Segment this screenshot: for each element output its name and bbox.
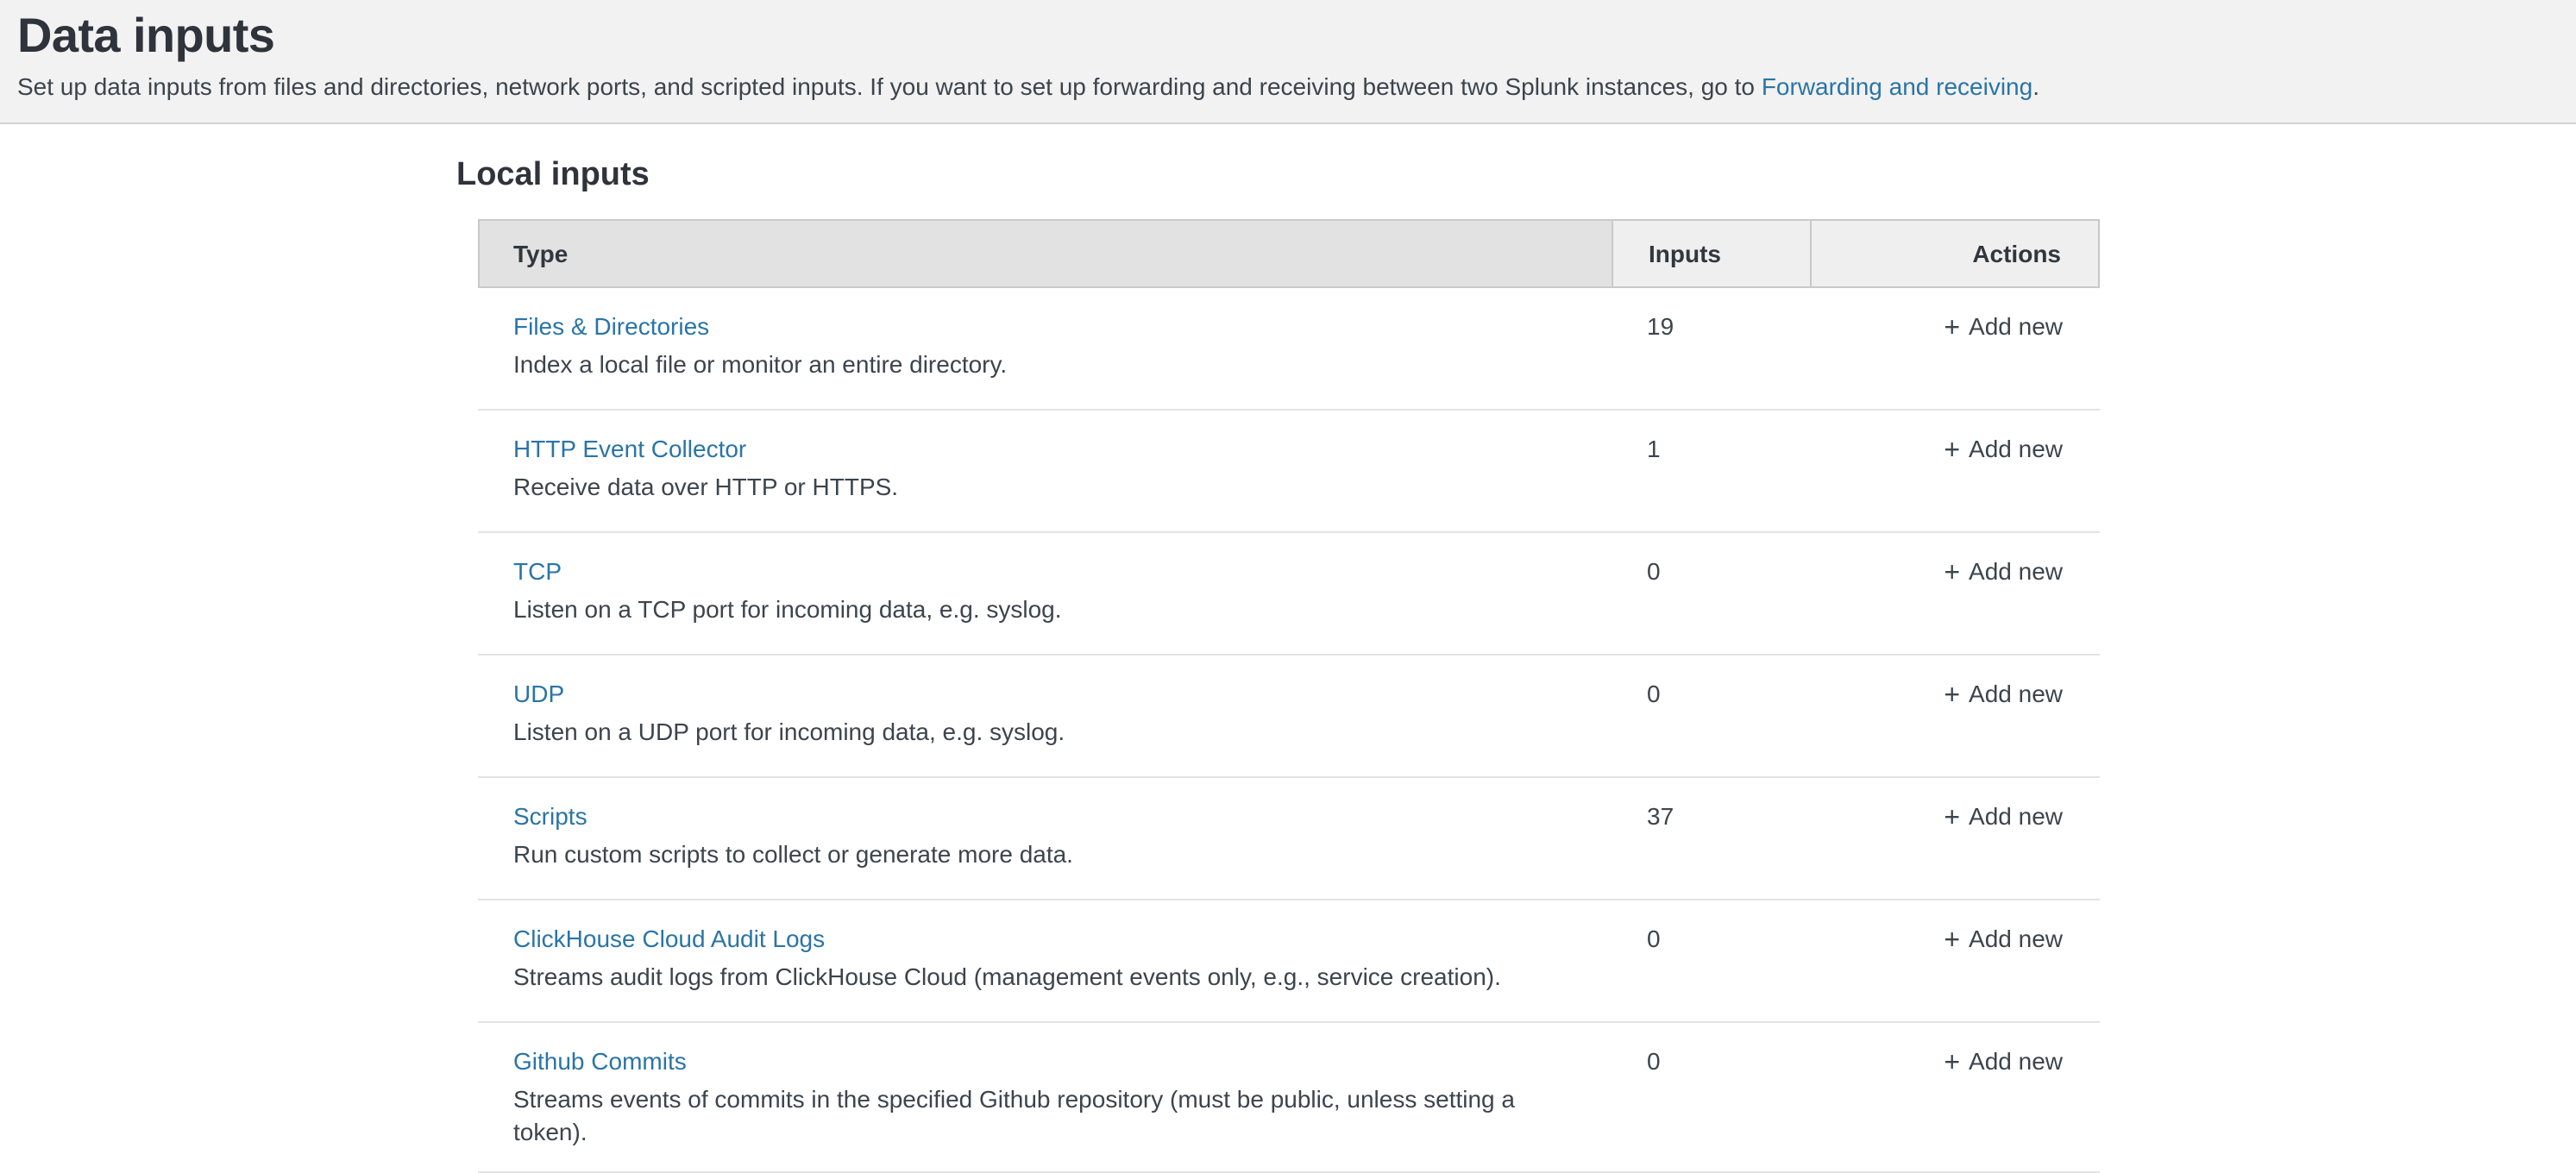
add-new-link[interactable]: + Add new [1944, 1047, 2063, 1075]
page-header: Data inputs Set up data inputs from file… [0, 0, 2576, 124]
forwarding-and-receiving-link[interactable]: Forwarding and receiving [1762, 72, 2033, 100]
inputs-count: 0 [1611, 900, 1809, 1021]
page-title: Data inputs [17, 9, 2559, 64]
input-type-link[interactable]: Github Commits [513, 1045, 687, 1078]
actions-cell: + Add new [1809, 1023, 2099, 1171]
add-new-link[interactable]: + Add new [1944, 557, 2063, 585]
type-cell: Files & Directories Index a local file o… [477, 288, 1611, 409]
table-row: Scripts Run custom scripts to collect or… [477, 778, 2099, 900]
add-new-label: Add new [1969, 802, 2063, 830]
add-new-link[interactable]: +Add new [1944, 925, 2063, 952]
input-type-link[interactable]: UDP [513, 678, 564, 711]
add-new-link[interactable]: + Add new [1944, 312, 2063, 340]
plus-icon: + [1944, 1049, 1960, 1078]
input-type-description: Index a local file or monitor an entire … [513, 348, 1593, 381]
section-title: Local inputs [456, 157, 2120, 195]
add-new-label: Add new [1969, 925, 2063, 952]
table-header-row: Type Inputs Actions [477, 219, 2099, 288]
column-header-type[interactable]: Type [479, 221, 1612, 286]
add-new-label: Add new [1969, 312, 2063, 340]
type-cell: ClickHouse Cloud Audit Logs Streams audi… [477, 900, 1611, 1021]
inputs-count: 1 [1611, 411, 1809, 531]
type-cell: HTTP Event Collector Receive data over H… [477, 411, 1611, 531]
actions-cell: + Add new [1809, 288, 2099, 409]
inputs-count: 0 [1611, 1023, 1809, 1171]
input-type-link[interactable]: Files & Directories [513, 310, 709, 343]
column-header-actions: Actions [1811, 221, 2097, 286]
table-row: ClickHouse Cloud Audit Logs Streams audi… [477, 900, 2099, 1023]
inputs-count: 0 [1611, 656, 1809, 776]
table-row: UDP Listen on a UDP port for incoming da… [477, 656, 2099, 778]
inputs-count: 0 [1611, 533, 1809, 654]
type-cell: Scripts Run custom scripts to collect or… [477, 778, 1611, 899]
column-header-inputs[interactable]: Inputs [1612, 221, 1811, 286]
inputs-count: 19 [1611, 288, 1809, 409]
type-cell: UDP Listen on a UDP port for incoming da… [477, 656, 1611, 776]
table-row: TCP Listen on a TCP port for incoming da… [477, 533, 2099, 656]
actions-cell: + Add new [1809, 533, 2099, 654]
subtitle-period: . [2033, 72, 2039, 100]
add-new-label: Add new [1969, 680, 2063, 707]
plus-icon: + [1944, 804, 1960, 833]
input-type-link[interactable]: HTTP Event Collector [513, 433, 746, 466]
actions-cell: + Add new [1809, 656, 2099, 776]
plus-icon: + [1944, 681, 1960, 711]
actions-cell: + Add new [1809, 778, 2099, 899]
actions-cell: + Add new [1809, 411, 2099, 531]
input-type-description: Receive data over HTTP or HTTPS. [513, 471, 1593, 504]
plus-icon: + [1944, 559, 1960, 588]
inputs-count: 37 [1611, 778, 1809, 899]
type-cell: Github Commits Streams events of commits… [477, 1023, 1611, 1171]
local-inputs-table: Type Inputs Actions Files & Directories … [477, 219, 2099, 1173]
input-type-link[interactable]: ClickHouse Cloud Audit Logs [513, 923, 825, 956]
main-content: Local inputs Type Inputs Actions Files &… [456, 124, 2120, 1173]
add-new-label: Add new [1969, 435, 2063, 462]
table-body: Files & Directories Index a local file o… [477, 288, 2099, 1173]
input-type-description: Listen on a TCP port for incoming data, … [513, 593, 1593, 626]
plus-icon: + [1944, 926, 1960, 956]
input-type-link[interactable]: Scripts [513, 800, 587, 833]
input-type-link[interactable]: TCP [513, 555, 562, 588]
table-row: Files & Directories Index a local file o… [477, 288, 2099, 411]
input-type-description: Streams events of commits in the specifi… [513, 1083, 1593, 1149]
plus-icon: + [1944, 436, 1960, 466]
type-cell: TCP Listen on a TCP port for incoming da… [477, 533, 1611, 654]
input-type-description: Listen on a UDP port for incoming data, … [513, 716, 1593, 749]
add-new-label: Add new [1969, 557, 2063, 585]
add-new-link[interactable]: +Add new [1944, 435, 2063, 462]
subtitle-text: Set up data inputs from files and direct… [17, 72, 1762, 100]
actions-cell: + Add new [1809, 900, 2099, 1021]
page-subtitle: Set up data inputs from files and direct… [17, 71, 2559, 102]
plus-icon: + [1944, 314, 1960, 343]
input-type-description: Run custom scripts to collect or generat… [513, 838, 1593, 871]
splunk-data-inputs-page: Data inputs Set up data inputs from file… [0, 0, 2576, 1151]
add-new-link[interactable]: +Add new [1944, 680, 2063, 707]
table-row: HTTP Event Collector Receive data over H… [477, 411, 2099, 533]
input-type-description: Streams audit logs from ClickHouse Cloud… [513, 961, 1593, 994]
add-new-label: Add new [1969, 1047, 2063, 1075]
add-new-link[interactable]: + Add new [1944, 802, 2063, 830]
